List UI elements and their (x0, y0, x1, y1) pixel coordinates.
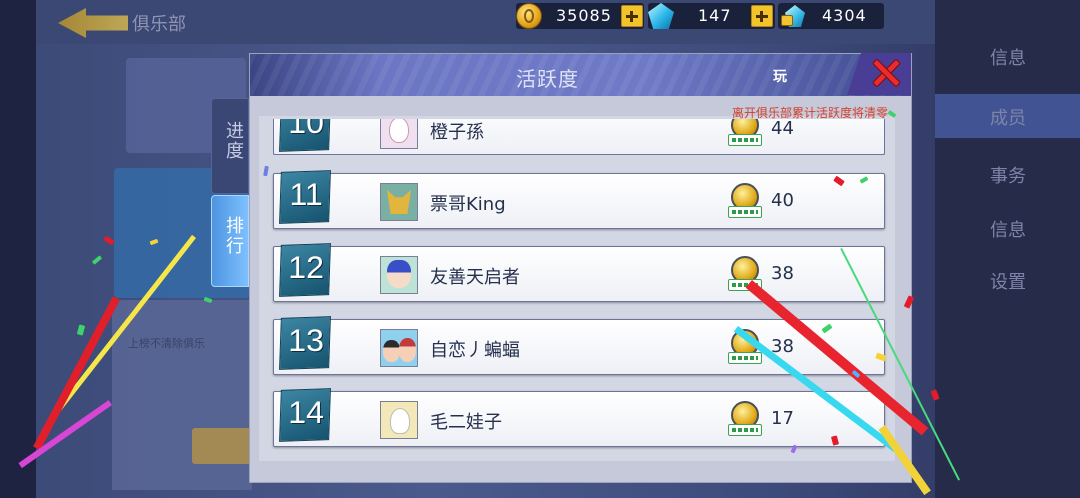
reset-notice: 离开俱乐部累计活跃度将清零 (732, 106, 889, 120)
coin-icon (516, 3, 542, 29)
tab-progress[interactable]: 进度 (211, 98, 249, 194)
background-menu-item: 成员 (990, 108, 1026, 129)
rank-number: 13 (288, 322, 324, 358)
locked-gem-amount: 4304 (822, 6, 867, 25)
white-pet-avatar (380, 401, 418, 439)
gem-amount: 147 (698, 6, 732, 25)
rank-number: 12 (288, 249, 324, 285)
rank-badge: 14 (279, 388, 331, 442)
header-cut-text: 玩 (773, 69, 787, 85)
player-name: 票哥King (430, 194, 506, 215)
background-menu-item: 信息 (990, 220, 1026, 241)
dialog-header: 活跃度 (250, 54, 911, 96)
locked-gem-counter: 4304 (778, 3, 884, 29)
dialog-title: 活跃度 (516, 67, 579, 91)
diamond-icon (648, 3, 674, 29)
activity-value: 17 (771, 408, 794, 429)
background-menu-item: 设置 (990, 272, 1026, 293)
add-coins-button[interactable] (621, 5, 643, 27)
left-edge-strip (0, 0, 36, 498)
rank-number: 14 (288, 394, 324, 430)
background-menu-item: 事务 (990, 166, 1026, 187)
ranking-row[interactable]: 11 票哥King 40 (273, 170, 885, 229)
player-name: 自恋丿蝙蝠 (430, 340, 520, 361)
blue-hair-avatar (380, 256, 418, 294)
background-club-title: 俱乐部 (132, 14, 186, 35)
background-right-menu (935, 0, 1080, 498)
tab-progress-label: 进度 (223, 121, 244, 161)
tab-ranking[interactable]: 排行 (211, 195, 249, 287)
activity-value: 40 (771, 190, 794, 211)
duo-avatar (380, 329, 418, 367)
ranking-row[interactable]: 12 友善天启者 38 (273, 243, 885, 302)
activity-value: 38 (771, 263, 794, 284)
background-yellow-button (192, 428, 252, 464)
coin-counter: 35085 (516, 3, 644, 29)
rank-badge: 11 (279, 170, 331, 224)
player-name: 橙子孫 (430, 122, 484, 143)
activity-value: 44 (771, 118, 794, 139)
rank-number: 11 (289, 176, 323, 212)
rank-badge: 13 (279, 316, 331, 370)
locked-diamond-icon (781, 3, 807, 29)
background-menu-item: 信息 (990, 48, 1026, 69)
close-button[interactable] (872, 58, 900, 88)
rank-badge: 12 (279, 243, 331, 297)
activity-medal-icon (728, 183, 762, 218)
add-gems-button[interactable] (751, 5, 773, 27)
gem-counter: 147 (648, 3, 775, 29)
ranking-row[interactable]: 14 毛二娃子 17 (273, 388, 885, 447)
player-name: 友善天启者 (430, 267, 520, 288)
tab-ranking-label: 排行 (223, 216, 244, 256)
background-info-text: 上榜不清除俱乐 (128, 337, 205, 350)
player-name: 毛二娃子 (430, 412, 502, 433)
activity-medal-icon (728, 401, 762, 436)
coin-amount: 35085 (556, 6, 612, 25)
fox-avatar (380, 183, 418, 221)
